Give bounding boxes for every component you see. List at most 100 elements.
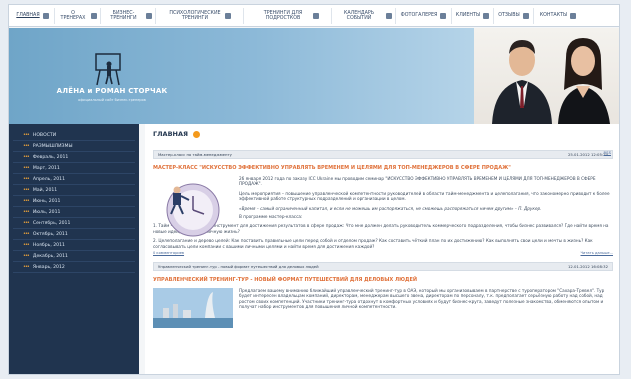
nav-item-teen-trainings[interactable]: Тренинги для подростков <box>244 7 332 24</box>
nav-label: Контакты <box>539 13 568 18</box>
nav-item-contacts[interactable]: Контакты <box>534 8 582 24</box>
bullet-icon: ••• <box>23 253 30 259</box>
main-content: ГЛАВНАЯ RSS Мастер-класс по тайм-менеджм… <box>145 124 619 374</box>
sidebar: ••• НОВОСТИ ••• РАЗМЫШЛИЗМЫ ••• Февраль, 20… <box>9 124 139 374</box>
nav-arrow-icon <box>146 12 152 19</box>
site-title: АЛЁНА и РОМАН СТОРЧАК <box>56 87 168 95</box>
rss-icon[interactable] <box>193 130 201 138</box>
post-paragraph: 2. Целеполагание и дерево целей: Как пос… <box>153 238 593 249</box>
sidebar-item-news[interactable]: ••• НОВОСТИ <box>13 130 135 141</box>
nav-arrow-icon <box>313 12 319 19</box>
post-bar-title[interactable]: Управленческий тренинг-тур - новый форма… <box>158 264 319 269</box>
nav-item-psychological-trainings[interactable]: Психологические тренинги <box>156 7 244 24</box>
sidebar-item-archive[interactable]: ••• Июль, 2011 <box>13 207 135 218</box>
nav-item-reviews[interactable]: Отзывы <box>494 7 534 24</box>
comments-link[interactable]: 0 комментариев <box>153 251 184 255</box>
sidebar-item-archive[interactable]: ••• Февраль, 2011 <box>13 152 135 163</box>
bullet-icon: ••• <box>23 231 30 237</box>
dubai-skyline-image <box>153 288 233 329</box>
sidebar-item-archive[interactable]: ••• Май, 2011 <box>13 185 135 196</box>
sidebar-item-label: Декабрь, 2011 <box>32 253 68 259</box>
post-title[interactable]: МАСТЕР-КЛАСС "ИСКУССТВО ЭФФЕКТИВНО УПРАВ… <box>153 165 613 171</box>
nav-arrow-icon <box>570 12 577 19</box>
read-more-link[interactable]: Читать дальше... <box>581 251 613 255</box>
nav-label: Бизнес-тренинги <box>110 10 137 21</box>
nav-label: Главная <box>16 13 40 18</box>
post-paragraph: Цель мероприятия – повышение управленчес… <box>239 190 610 202</box>
sidebar-item-archive[interactable]: ••• Октябрь, 2011 <box>13 229 135 240</box>
nav-label: Фотогалерея <box>400 13 438 18</box>
post-paragraph: Предлагаем вашему вниманию ближайший упр… <box>239 288 605 310</box>
nav-arrow-icon <box>522 12 529 19</box>
nav-arrow-icon <box>91 12 97 19</box>
post-footer: 0 комментариев Читать дальше... <box>153 251 613 255</box>
nav-label: О тренерах <box>60 10 86 21</box>
sidebar-item-archive[interactable]: ••• Апрель, 2011 <box>13 174 135 185</box>
nav-label: Клиенты <box>455 13 481 18</box>
site-subtitle: официальный сайт бизнес-тренеров <box>78 98 146 102</box>
sidebar-item-archive[interactable]: ••• Март, 2011 <box>13 163 135 174</box>
post-paragraph: В программе мастер-класса: <box>239 214 303 220</box>
sidebar-item-label: Февраль, 2011 <box>32 154 69 160</box>
post-body: 26 января 2012 года по заказу ICC Ukrain… <box>153 176 613 255</box>
sidebar-item-archive[interactable]: ••• Декабрь, 2011 <box>13 251 135 262</box>
sidebar-item-label: Январь, 2012 <box>32 264 65 270</box>
post-body: Предлагаем вашему вниманию ближайший упр… <box>153 288 613 329</box>
post-title[interactable]: УПРАВЛЕНЧЕСКИЙ ТРЕНИНГ-ТУР - НОВЫЙ ФОРМА… <box>153 277 613 283</box>
bullet-icon: ••• <box>23 242 30 248</box>
trainers-photo <box>474 28 619 124</box>
nav-arrow-icon <box>42 12 49 19</box>
sidebar-item-label: НОВОСТИ <box>32 132 57 138</box>
bullet-icon: ••• <box>23 154 30 160</box>
post-header-bar: Мастер-класс по тайм-менеджменту 25.01.2… <box>153 150 613 159</box>
rss-link[interactable]: RSS <box>604 150 611 155</box>
bullet-icon: ••• <box>23 165 30 171</box>
sidebar-item-archive[interactable]: ••• Январь, 2012 <box>13 262 135 273</box>
sidebar-item-label: Март, 2011 <box>32 165 60 171</box>
bullet-icon: ••• <box>23 143 30 149</box>
bullet-icon: ••• <box>23 132 30 138</box>
sidebar-item-label: РАЗМЫШЛИЗМЫ <box>32 143 73 149</box>
sidebar-item-label: Ноябрь, 2011 <box>32 242 65 248</box>
sidebar-item-archive[interactable]: ••• Сентябрь, 2011 <box>13 218 135 229</box>
trainers-photo-image <box>492 38 610 124</box>
nav-item-trainers[interactable]: О тренерах <box>55 7 101 24</box>
nav-item-calendar[interactable]: Календарь событий <box>332 7 396 24</box>
nav-item-clients[interactable]: Клиенты <box>452 7 494 24</box>
post: Управленческий тренинг-тур - новый форма… <box>153 262 613 329</box>
nav-arrow-icon <box>225 12 231 19</box>
nav-label: Календарь событий <box>343 10 375 21</box>
post-bar-title[interactable]: Мастер-класс по тайм-менеджменту <box>158 152 232 157</box>
nav-label: Тренинги для подростков <box>263 10 303 21</box>
page-title-text: ГЛАВНАЯ <box>153 130 189 138</box>
post-date: 25.01.2012 12:05:20 <box>568 152 608 157</box>
sidebar-item-label: Июнь, 2011 <box>32 198 61 204</box>
bullet-icon: ••• <box>23 264 30 270</box>
page: Главная О тренерах Бизнес-тренинги Психо… <box>8 4 620 375</box>
clock-businessman-image <box>166 183 220 237</box>
sidebar-item-archive[interactable]: ••• Июнь, 2011 <box>13 196 135 207</box>
bullet-icon: ••• <box>23 220 30 226</box>
nav-item-gallery[interactable]: Фотогалерея <box>396 7 452 24</box>
post-quote: «Время – самый ограниченный капитал, и е… <box>239 205 542 211</box>
nav-label: Психологические тренинги <box>169 10 221 21</box>
sidebar-item-label: Октябрь, 2011 <box>32 231 68 237</box>
nav-arrow-icon <box>483 12 490 19</box>
sidebar-item-thoughts[interactable]: ••• РАЗМЫШЛИЗМЫ <box>13 141 135 152</box>
sidebar-item-label: Май, 2011 <box>32 187 58 193</box>
page-title: ГЛАВНАЯ <box>153 130 613 138</box>
sidebar-item-label: Июль, 2011 <box>32 209 61 215</box>
post-paragraph: 26 января 2012 года по заказу ICC Ukrain… <box>239 176 596 187</box>
sidebar-item-label: Апрель, 2011 <box>32 176 66 182</box>
post-date: 12.01.2012 16:08:32 <box>568 264 608 270</box>
nav-item-business-trainings[interactable]: Бизнес-тренинги <box>101 7 156 24</box>
nav-arrow-icon <box>440 12 447 19</box>
nav-arrow-icon <box>386 12 392 19</box>
top-nav: Главная О тренерах Бизнес-тренинги Психо… <box>9 5 619 27</box>
post-header-bar: Управленческий тренинг-тур - новый форма… <box>153 262 613 272</box>
bullet-icon: ••• <box>23 209 30 215</box>
nav-label: Отзывы <box>498 13 520 18</box>
bullet-icon: ••• <box>23 198 30 204</box>
nav-item-home[interactable]: Главная <box>11 7 55 24</box>
sidebar-item-archive[interactable]: ••• Ноябрь, 2011 <box>13 240 135 251</box>
